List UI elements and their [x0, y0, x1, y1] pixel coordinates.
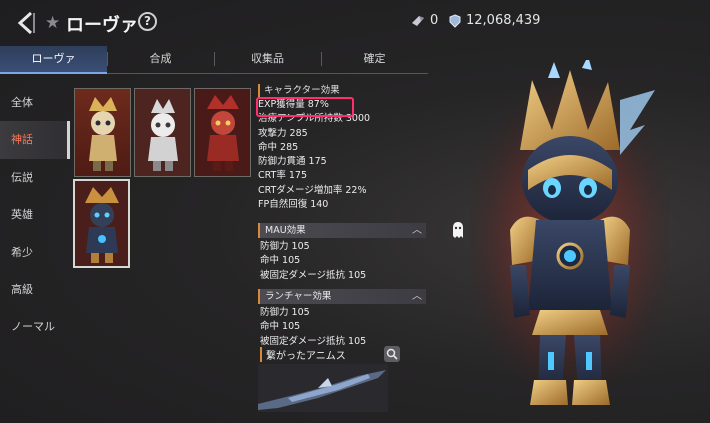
tab-confirm[interactable]: 確定: [321, 46, 428, 73]
launcher-effect-title: ランチャー効果: [265, 291, 332, 302]
stat-line: 防御力貫通 175: [258, 156, 327, 168]
character-effect-header: キャラクター効果: [258, 84, 426, 98]
stat-line: 被固定ダメージ抵抗 105: [260, 269, 367, 281]
sidebar-item-rare[interactable]: 希少: [0, 234, 70, 271]
stat-line: 命中 105: [260, 321, 301, 333]
sidebar-item-all[interactable]: 全体: [0, 84, 70, 121]
stat-line: 命中 285: [258, 141, 299, 153]
rarity-sidebar: 全体 神話 伝説 英雄 希少 高級 ノーマル: [0, 84, 70, 346]
tab-collection[interactable]: 収集品: [214, 46, 321, 73]
sidebar-item-legend[interactable]: 伝説: [0, 159, 70, 196]
main-tabs: ローヴァ 合成 収集品 確定: [0, 46, 428, 74]
tab-rover[interactable]: ローヴァ: [0, 46, 107, 74]
crystal-icon: [412, 15, 424, 26]
help-icon[interactable]: ?: [138, 12, 157, 31]
animus-weapon-image[interactable]: [258, 364, 388, 412]
top-bar: ★ ローヴァ ? 0 12,068,439: [0, 0, 710, 44]
character-portrait-white: [135, 89, 190, 176]
launcher-effect-list: 防御力 105 命中 105 被固定ダメージ抵抗 105: [260, 306, 366, 349]
stat-line: 防御力 105: [260, 307, 310, 318]
character-portrait-selected: [75, 181, 128, 266]
stat-line: 防御力 105: [260, 241, 310, 252]
ghost-icon[interactable]: [450, 220, 466, 240]
mau-effect-title: MAU効果: [265, 225, 306, 236]
tab-synthesis[interactable]: 合成: [107, 46, 214, 73]
page-title: ローヴァ: [66, 15, 138, 36]
sidebar-item-premium[interactable]: 高級: [0, 271, 70, 308]
back-arrow-icon[interactable]: [14, 10, 40, 36]
sidebar-item-hero[interactable]: 英雄: [0, 196, 70, 233]
animus-header: 繋がったアニムス: [260, 347, 346, 362]
sidebar-item-normal[interactable]: ノーマル: [0, 308, 70, 345]
coin-shield-icon: [449, 13, 461, 28]
chevron-up-icon[interactable]: ︿: [412, 223, 422, 238]
launcher-effect-header[interactable]: ランチャー効果 ︿: [258, 289, 426, 304]
character-card-white[interactable]: [134, 88, 191, 177]
character-portrait-gold: [75, 89, 130, 176]
currency-coin-value: 12,068,439: [466, 13, 541, 28]
stat-line: 命中 105: [260, 255, 301, 267]
currency-coin: 12,068,439: [448, 13, 540, 28]
stat-line: FP自然回復 140: [258, 199, 329, 211]
magnifier-icon[interactable]: [384, 346, 400, 362]
stat-line: 攻撃力 285: [258, 127, 308, 139]
character-card-selected[interactable]: [73, 179, 130, 268]
favorite-star-icon[interactable]: ★: [45, 13, 60, 33]
character-model-preview[interactable]: [460, 56, 680, 415]
mau-effect-list: 防御力 105 命中 105 被固定ダメージ抵抗 105: [260, 240, 366, 283]
stat-line: CRTダメージ増加率 22%: [258, 184, 367, 196]
character-card-gold[interactable]: [74, 88, 131, 177]
currency-crystal-value: 0: [430, 13, 439, 28]
sidebar-item-mythic[interactable]: 神話: [0, 121, 70, 160]
character-portrait-red: [195, 89, 250, 176]
character-card-red[interactable]: [194, 88, 251, 177]
stat-line: CRT率 175: [258, 170, 307, 182]
mau-effect-header[interactable]: MAU効果 ︿: [258, 223, 426, 238]
currency-crystal: 0: [410, 13, 438, 28]
chevron-up-icon[interactable]: ︿: [412, 289, 422, 304]
exp-highlight-box: [256, 97, 354, 117]
